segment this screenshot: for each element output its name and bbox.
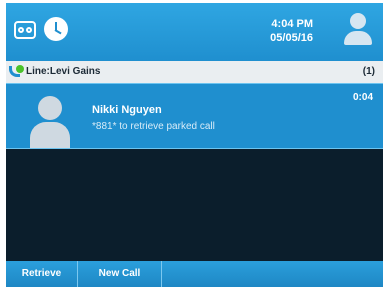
clock-icon[interactable] (44, 17, 68, 41)
call-list-item[interactable]: Nikki Nguyen *881* to retrieve parked ca… (6, 83, 383, 149)
date-text: 05/05/16 (270, 32, 313, 44)
retrieve-softkey[interactable]: Retrieve (6, 261, 78, 287)
line-label: Line:Levi Gains (26, 66, 101, 77)
call-status-text: *881* to retrieve parked call (92, 121, 215, 132)
line-call-count: (1) (362, 66, 375, 77)
softkey-bar: Retrieve New Call (6, 261, 383, 287)
call-timer: 0:04 (352, 92, 373, 103)
caller-name: Nikki Nguyen (92, 104, 162, 116)
date-time: 4:04 PM 05/05/16 (270, 17, 313, 45)
line-header[interactable]: Line:Levi Gains (1) (6, 61, 383, 83)
voicemail-icon[interactable] (14, 21, 36, 39)
time-text: 4:04 PM (271, 18, 313, 30)
status-bar: 4:04 PM 05/05/16 (6, 3, 383, 61)
user-avatar-icon[interactable] (343, 11, 373, 49)
new-call-softkey[interactable]: New Call (78, 261, 162, 287)
line-status-dot (16, 65, 24, 73)
contact-avatar-icon (30, 96, 70, 148)
phone-screen: 4:04 PM 05/05/16 Line:Levi Gains (1) Nik… (6, 3, 383, 287)
